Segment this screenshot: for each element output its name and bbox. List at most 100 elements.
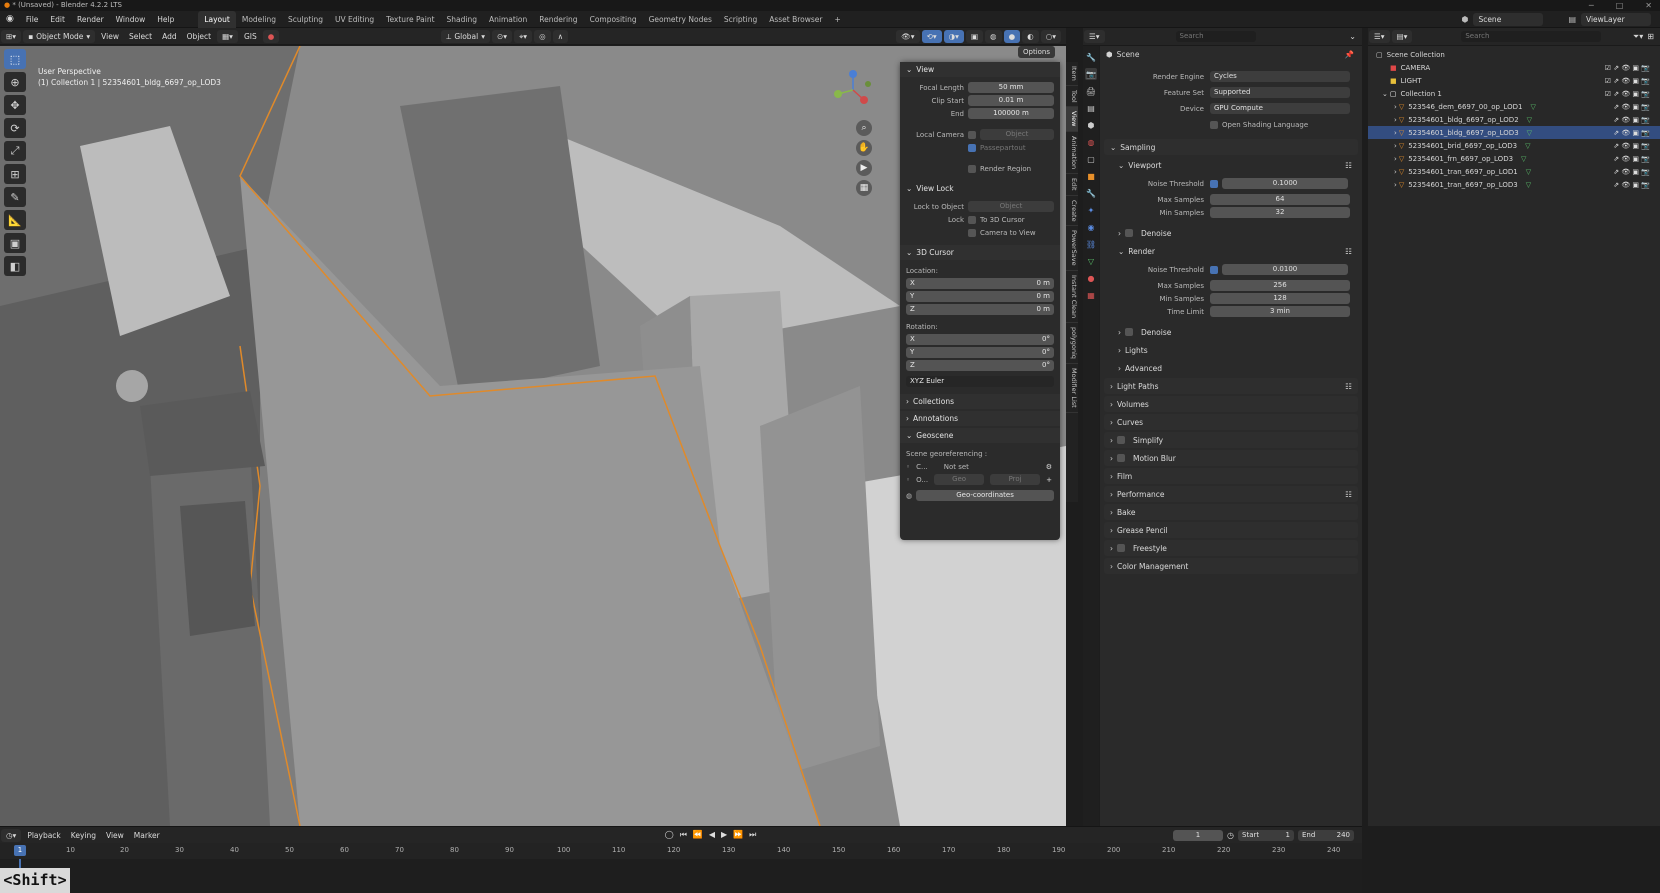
tool-tab-icon[interactable]: 🔧 [1085,51,1097,63]
cursor-rot-z-field[interactable]: Z 0° [906,360,1054,371]
collection-tab-icon[interactable]: ▢ [1085,153,1097,165]
outliner-row-light[interactable]: ■ LIGHT ☑ ⇗ 👁 ▣ 📷 [1368,74,1660,87]
cursor-rot-x-field[interactable]: X 0° [906,334,1054,345]
geoscene-section-header[interactable]: ⌄ Geoscene [900,428,1060,443]
sidebar-tab-polygoniq[interactable]: polygoniq [1066,323,1078,364]
sidebar-tab-tool[interactable]: Tool [1066,86,1078,108]
row-visibility-icons[interactable]: ⇗ 👁 ▣ 📷 [1613,129,1650,137]
record-icon[interactable]: ● [262,29,280,43]
next-keyframe-icon[interactable]: ⏩ [733,830,743,840]
properties-editor-type-icon[interactable]: ☰▾ [1084,30,1105,43]
sidebar-tab-item[interactable]: Item [1066,62,1078,86]
grease-pencil-section-header[interactable]: › Grease Pencil [1104,522,1358,538]
r-noise-threshold-checkbox[interactable] [1210,265,1218,274]
add-cube-tool-icon[interactable]: ▣ [4,233,26,253]
sidebar-tab-modifier-list[interactable]: Modifier List [1066,364,1078,413]
camera-view-icon[interactable]: ▶ [856,160,872,176]
rotate-tool-icon[interactable]: ⟳ [4,118,26,138]
pan-hand-icon[interactable]: ✋ [856,140,872,156]
focal-length-field[interactable]: 50 mm [968,82,1054,93]
viewport-menu-view[interactable]: View [96,28,124,45]
cursor-loc-y-field[interactable]: Y0 m [906,291,1054,302]
clip-start-field[interactable]: 0.01 m [968,95,1054,106]
start-frame-field[interactable]: Start 1 [1238,829,1294,841]
jump-end-icon[interactable]: ⏭ [749,830,756,840]
workspace-tab-layout[interactable]: Layout [198,10,236,28]
outliner-row-mesh-selected[interactable]: › ▽ 52354601_bldg_6697_op_LOD3 ▽ ⇗ 👁 ▣ 📷 [1368,126,1660,139]
pin-icon[interactable]: 📌 [1345,50,1362,59]
row-visibility-icons[interactable]: ⇗ 👁 ▣ 📷 [1613,181,1650,189]
outliner-row-mesh[interactable]: › ▽ 52354601_brid_6697_op_LOD3 ▽ ⇗ 👁 ▣ 📷 [1368,139,1660,152]
sidebar-tab-edit[interactable]: Edit [1066,174,1078,196]
vp-noise-threshold-checkbox[interactable] [1210,179,1218,188]
blender-menu-icon[interactable]: ◉ [0,14,20,24]
grid-view-icon[interactable]: ▦ [856,180,872,196]
constraints-tab-icon[interactable]: ⛓ [1085,238,1097,250]
row-visibility-icons[interactable]: ⇗ 👁 ▣ 📷 [1613,103,1650,111]
vp-noise-threshold-field[interactable]: 0.1000 [1222,178,1348,189]
list-icon[interactable]: ☷ [1345,161,1358,170]
current-frame-field[interactable]: 1 [1173,829,1224,841]
object-mode-dropdown[interactable]: ▪ Object Mode ▾ [23,29,96,43]
transform-orientation-dropdown[interactable]: ⟂ Global ▾ [441,29,491,43]
render-engine-dropdown[interactable]: Cycles [1210,71,1350,82]
editor-type-icon[interactable]: ⊞▾ [1,29,22,43]
workspace-tab-uv-editing[interactable]: UV Editing [329,11,380,28]
sidebar-tab-instant-clean[interactable]: Instant Clean [1066,271,1078,323]
annotate-tool-icon[interactable]: ✎ [4,187,26,207]
workspace-tab-geometry-nodes[interactable]: Geometry Nodes [643,11,718,28]
menu-edit[interactable]: Edit [44,11,71,28]
freestyle-checkbox[interactable] [1117,544,1125,552]
render-region-checkbox[interactable] [968,164,976,173]
film-section-header[interactable]: › Film [1104,468,1358,484]
menu-help[interactable]: Help [151,11,180,28]
add-icon[interactable]: + [1046,476,1052,484]
shading-material-icon[interactable]: ◐ [1022,29,1039,43]
freestyle-section-header[interactable]: › Freestyle [1104,540,1358,556]
r-denoise-header[interactable]: › Denoise [1104,324,1358,340]
output-tab-icon[interactable]: 🖨 [1085,85,1097,97]
gis-icon-dropdown[interactable]: ▦▾ [217,29,238,43]
workspace-tab-asset-browser[interactable]: Asset Browser [763,11,828,28]
playhead-frame-indicator[interactable]: 1 [14,845,26,856]
r-noise-threshold-field[interactable]: 0.0100 [1222,264,1348,275]
render-tab-icon[interactable]: 📷 [1085,68,1097,80]
add-object-tool-icon[interactable]: ◧ [4,256,26,276]
osl-checkbox[interactable] [1210,120,1218,129]
timeline-track-area[interactable] [0,859,1362,893]
shading-solid-icon[interactable]: ● [1003,29,1021,43]
row-visibility-icons[interactable]: ⇗ 👁 ▣ 📷 [1613,168,1650,176]
cursor-loc-x-field[interactable]: X0 m [906,278,1054,289]
navigation-gizmo[interactable] [828,68,878,112]
row-visibility-icons[interactable]: ⇗ 👁 ▣ 📷 [1613,155,1650,163]
particles-tab-icon[interactable]: ✦ [1085,204,1097,216]
timeline-editor-type-icon[interactable]: ◷▾ [1,828,22,842]
outliner-row-camera[interactable]: ■ CAMERA ☑ ⇗ 👁 ▣ 📷 [1368,61,1660,74]
timeline-menu-view[interactable]: View [101,827,129,844]
3d-cursor-header[interactable]: ⌄ 3D Cursor [900,245,1060,260]
viewport-menu-add[interactable]: Add [157,28,182,45]
rotation-mode-dropdown[interactable]: XYZ Euler [906,376,1054,387]
workspace-tab-shading[interactable]: Shading [441,11,483,28]
proportional-edit-icon[interactable]: ◎ [534,29,551,43]
play-reverse-icon[interactable]: ◀ [709,830,715,840]
measure-tool-icon[interactable]: 📐 [4,210,26,230]
outliner-row-mesh[interactable]: › ▽ 52354601_tran_6697_op_LOD3 ▽ ⇗ 👁 ▣ 📷 [1368,178,1660,191]
properties-search-input[interactable]: Search [1175,31,1256,42]
sidebar-tab-view[interactable]: View [1066,107,1078,132]
row-visibility-icons[interactable]: ⇗ 👁 ▣ 📷 [1613,142,1650,150]
jump-start-icon[interactable]: ⏮ [680,830,687,840]
simplify-checkbox[interactable] [1117,436,1125,444]
modifier-tab-icon[interactable]: 🔧 [1085,187,1097,199]
motion-blur-checkbox[interactable] [1117,454,1125,462]
timeline-menu-keying[interactable]: Keying [66,827,101,844]
workspace-tab-rendering[interactable]: Rendering [533,11,583,28]
vp-denoise-checkbox[interactable] [1125,229,1133,237]
workspace-tab-sculpting[interactable]: Sculpting [282,11,329,28]
workspace-tab-animation[interactable]: Animation [483,11,533,28]
shading-rendered-icon[interactable]: ○▾ [1040,29,1061,43]
texture-tab-icon[interactable]: ▦ [1085,289,1097,301]
sidebar-tab-animation[interactable]: Animation [1066,132,1078,175]
viewlayer-selector[interactable]: ViewLayer [1581,12,1651,26]
vp-denoise-header[interactable]: › Denoise [1104,225,1358,241]
